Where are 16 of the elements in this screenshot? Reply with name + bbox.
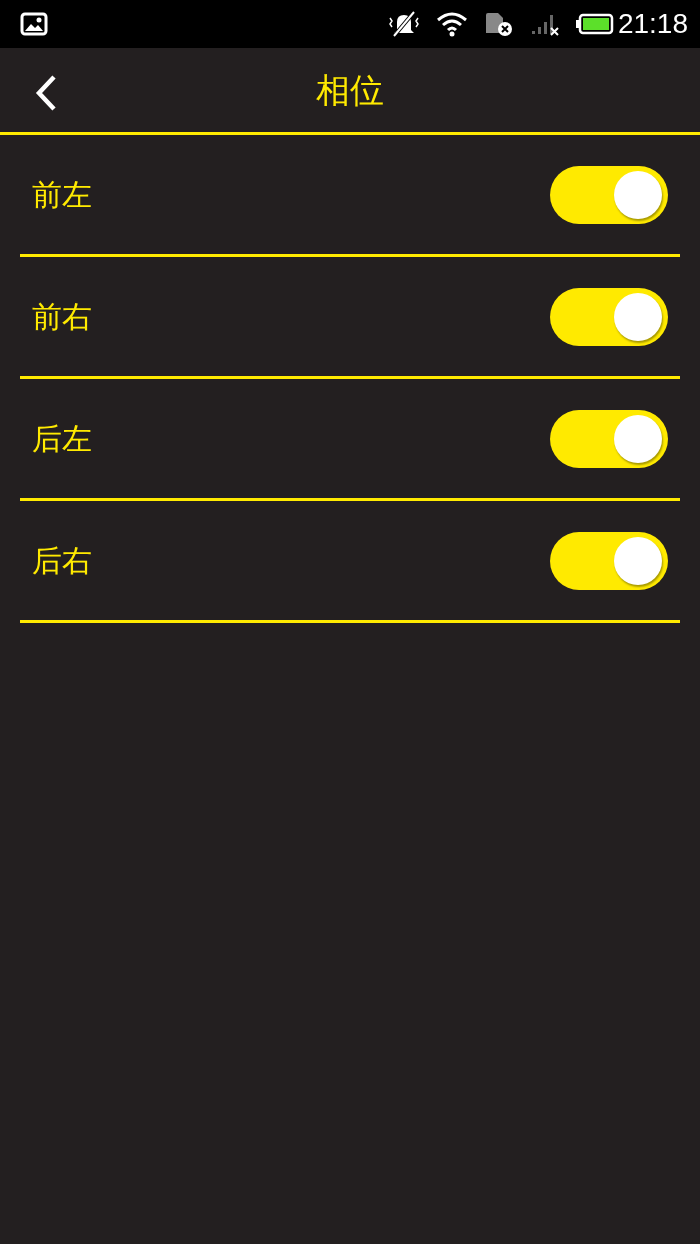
toggle-switch[interactable] (550, 165, 668, 224)
setting-label: 前右 (32, 298, 92, 336)
mute-vibrate-icon (387, 10, 420, 38)
battery-icon (575, 13, 614, 35)
toggle-switch[interactable] (550, 287, 668, 346)
wifi-icon (435, 11, 468, 37)
page-title: 相位 (316, 68, 384, 112)
setting-label: 后左 (32, 420, 92, 458)
setting-label: 后右 (32, 542, 92, 580)
sim-card-icon (483, 11, 514, 37)
toggle-switch[interactable] (550, 531, 668, 590)
setting-label: 前左 (32, 176, 92, 214)
image-icon (20, 12, 48, 36)
toggle-switch[interactable] (550, 409, 668, 468)
back-icon (34, 74, 58, 112)
clock-time: 21:18 (617, 7, 688, 41)
